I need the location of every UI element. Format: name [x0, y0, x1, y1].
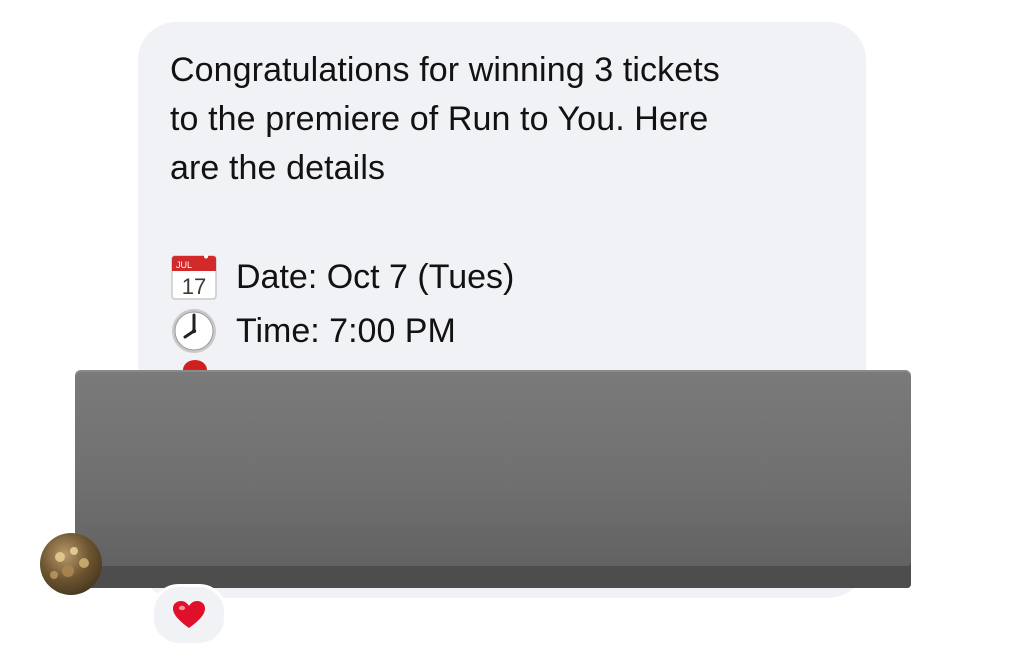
- message-line-2: to the premiere of Run to You. Here: [170, 100, 709, 138]
- calendar-month: JUL: [176, 260, 192, 270]
- avatar-image: [50, 547, 89, 579]
- detail-date-text: Date: Oct 7 (Tues): [236, 257, 515, 296]
- message-line-3: are the details: [170, 149, 386, 187]
- message-line-1: Congratulations for winning 3 tickets: [170, 51, 720, 89]
- calendar-icon: JUL 17: [171, 254, 217, 300]
- detail-time-row: Time: 7:00 PM: [170, 306, 456, 356]
- avatar[interactable]: [40, 533, 102, 595]
- redaction-block: [75, 370, 911, 588]
- chat-view: Congratulations for winning 3 tickets to…: [0, 0, 1024, 659]
- clock-icon: [172, 309, 216, 353]
- detail-time-text: Time: 7:00 PM: [236, 311, 456, 350]
- heart-icon: [173, 601, 205, 628]
- reaction-badge[interactable]: [151, 584, 227, 646]
- calendar-day: 17: [182, 274, 206, 299]
- detail-date-row: JUL 17 Date: Oct 7 (Tues): [170, 252, 514, 302]
